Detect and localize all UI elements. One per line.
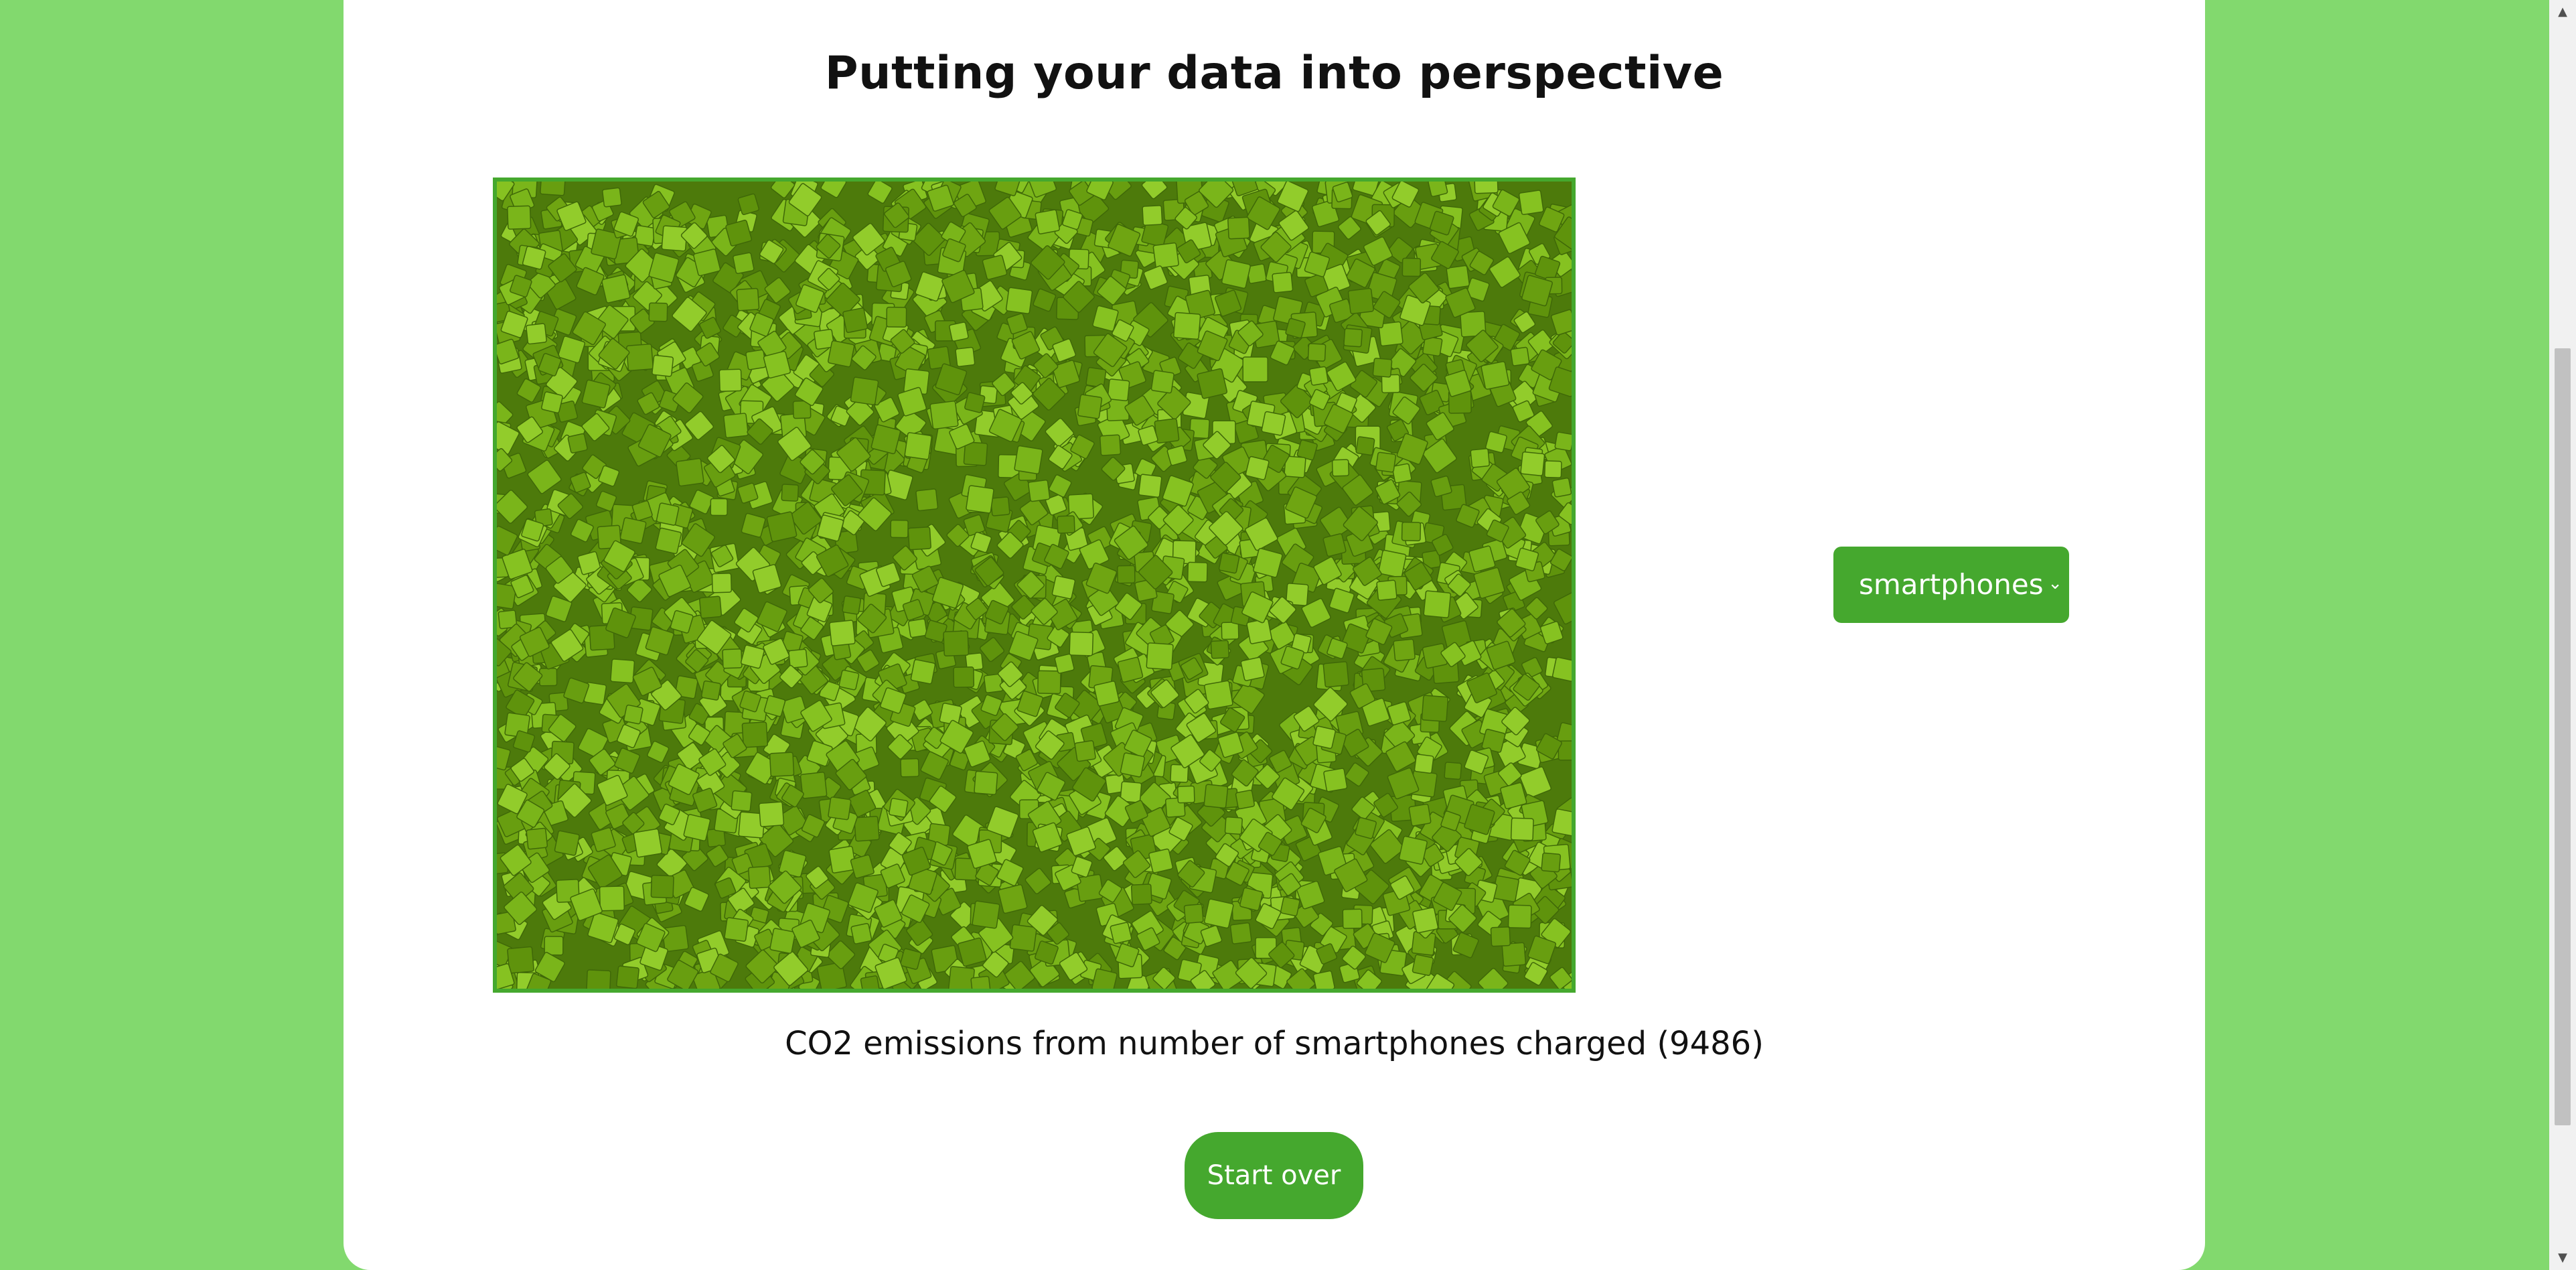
co2-cube-visualization: [493, 178, 1576, 993]
page-title: Putting your data into perspective: [824, 47, 1724, 100]
scroll-up-icon[interactable]: ▲: [2549, 0, 2576, 24]
page: Putting your data into perspective smart…: [0, 0, 2576, 1270]
comparison-select[interactable]: smartphones ⌄: [1833, 547, 2069, 623]
scroll-down-icon[interactable]: ▼: [2549, 1246, 2576, 1270]
cube-pile-image: [497, 182, 1572, 989]
visualization-caption: CO2 emissions from number of smartphones…: [785, 1025, 1764, 1062]
chevron-down-icon: ⌄: [2048, 573, 2062, 593]
scrollbar-thumb[interactable]: [2555, 348, 2571, 1125]
vertical-scrollbar[interactable]: ▲ ▼: [2549, 0, 2576, 1270]
start-over-button[interactable]: Start over: [1185, 1132, 1363, 1219]
comparison-select-value: smartphones: [1859, 568, 2044, 601]
